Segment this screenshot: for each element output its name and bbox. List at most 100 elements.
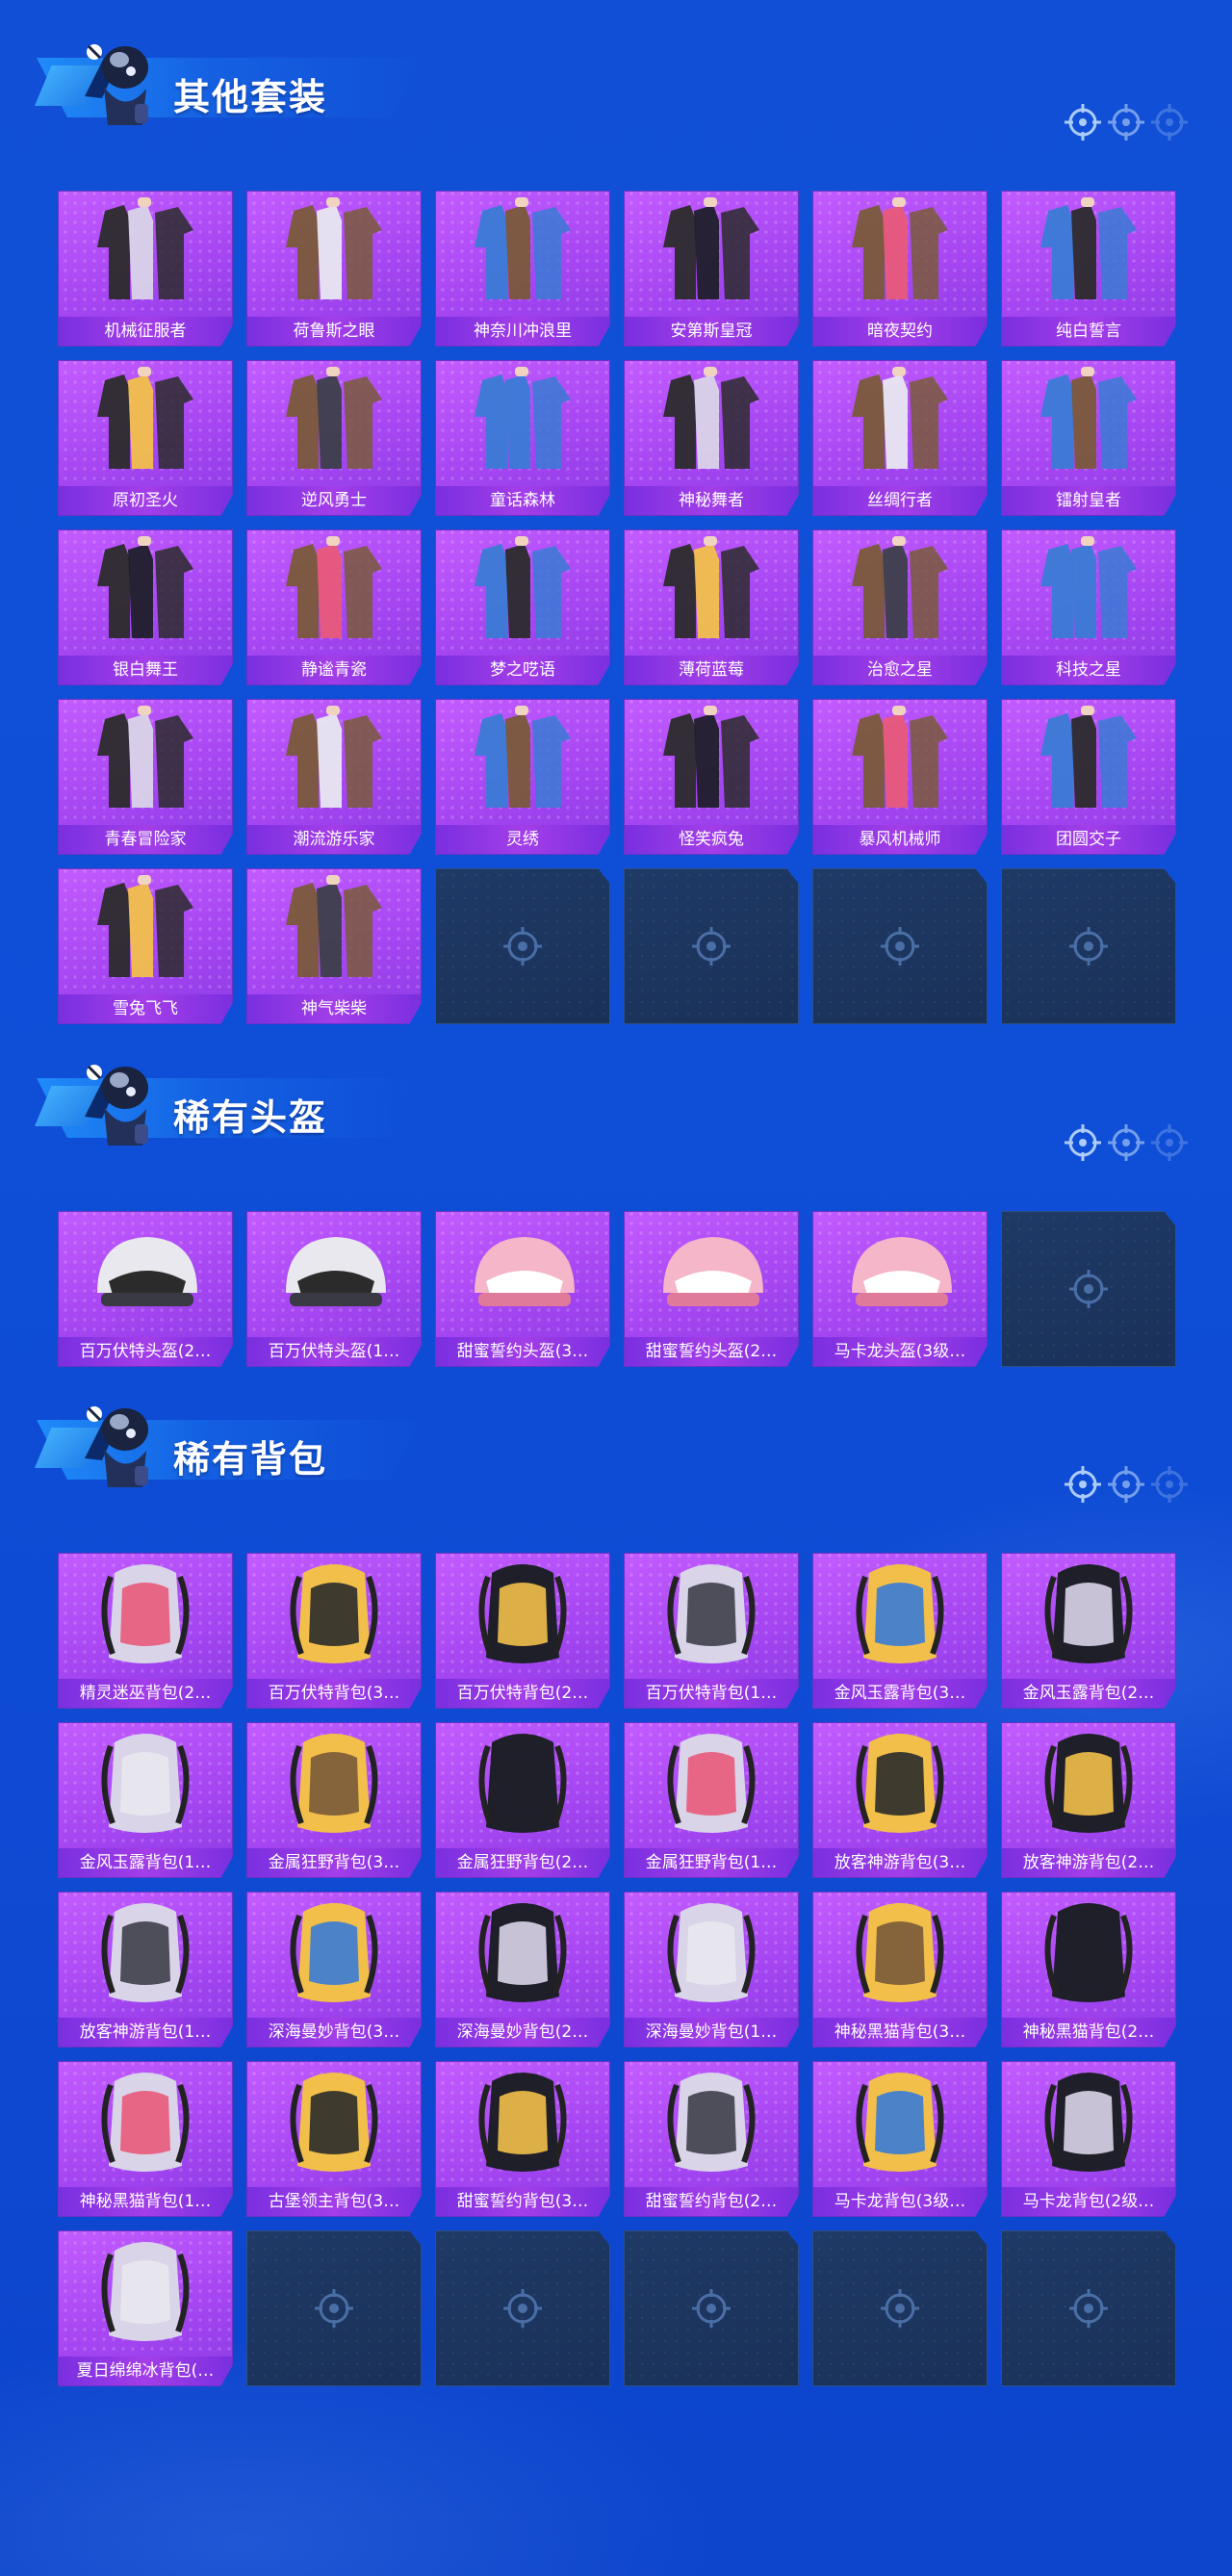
item-image: [59, 192, 232, 315]
item-card[interactable]: 马卡龙背包(2级…: [1001, 2061, 1176, 2217]
item-card[interactable]: 夏日绵绵冰背包(…: [58, 2230, 233, 2386]
item-card[interactable]: 怪笑疯兔: [624, 699, 799, 855]
item-card[interactable]: 暗夜契约: [812, 191, 988, 347]
item-card[interactable]: 银白舞王: [58, 529, 233, 685]
item-card[interactable]: 甜蜜誓约背包(2…: [624, 2061, 799, 2217]
item-card[interactable]: 神秘黑猫背包(1…: [58, 2061, 233, 2217]
item-card[interactable]: 神秘黑猫背包(2…: [1001, 1892, 1176, 2048]
item-label: 薄荷蓝莓: [625, 656, 798, 684]
item-label: 逆风勇士: [247, 486, 421, 515]
item-card[interactable]: 灵绣: [435, 699, 610, 855]
item-image: [625, 1212, 798, 1335]
item-card[interactable]: 青春冒险家: [58, 699, 233, 855]
item-card[interactable]: 金风玉露背包(2…: [1001, 1553, 1176, 1709]
mascot-icon: [75, 1049, 162, 1153]
item-label: 金风玉露背包(1…: [59, 1848, 232, 1877]
item-image: [59, 1893, 232, 2016]
crosshair-icon: [501, 2287, 544, 2330]
item-card[interactable]: 纯白誓言: [1001, 191, 1176, 347]
item-card[interactable]: 金属狂野背包(3…: [246, 1722, 422, 1878]
item-card[interactable]: 童话森林: [435, 360, 610, 516]
item-card[interactable]: 梦之呓语: [435, 529, 610, 685]
item-image: [813, 2062, 987, 2185]
item-card[interactable]: 金风玉露背包(3…: [812, 1553, 988, 1709]
item-card[interactable]: 甜蜜誓约背包(3…: [435, 2061, 610, 2217]
item-card[interactable]: 古堡领主背包(3…: [246, 2061, 422, 2217]
item-label: 神奈川冲浪里: [436, 317, 609, 346]
item-card[interactable]: 甜蜜誓约头盔(3…: [435, 1211, 610, 1367]
item-card[interactable]: 神奈川冲浪里: [435, 191, 610, 347]
crosshair-icon: [1067, 1268, 1110, 1310]
mascot-icon: [75, 29, 162, 133]
item-card[interactable]: 放客神游背包(3…: [812, 1722, 988, 1878]
item-card[interactable]: 放客神游背包(2…: [1001, 1722, 1176, 1878]
item-label: 放客神游背包(2…: [1002, 1848, 1175, 1877]
item-card[interactable]: 镭射皇者: [1001, 360, 1176, 516]
item-card[interactable]: 薄荷蓝莓: [624, 529, 799, 685]
item-card[interactable]: 百万伏特头盔(2…: [58, 1211, 233, 1367]
item-card[interactable]: 精灵迷巫背包(2…: [58, 1553, 233, 1709]
item-image: [813, 1212, 987, 1335]
item-image: [625, 1893, 798, 2016]
section-title: 稀有头盔: [173, 1096, 328, 1139]
item-image: [59, 530, 232, 654]
item-card[interactable]: 荷鲁斯之眼: [246, 191, 422, 347]
item-label: 潮流游乐家: [247, 825, 421, 854]
item-card[interactable]: 丝绸行者: [812, 360, 988, 516]
item-card[interactable]: 百万伏特背包(2…: [435, 1553, 610, 1709]
item-image: [436, 361, 609, 484]
item-image: [247, 2062, 421, 2185]
crosshair-icon: [879, 2287, 921, 2330]
section-title: 其他套装: [173, 76, 328, 118]
item-image: [247, 361, 421, 484]
item-image: [625, 1554, 798, 1677]
item-image: [436, 1893, 609, 2016]
item-card[interactable]: 百万伏特背包(3…: [246, 1553, 422, 1709]
item-card[interactable]: 团圆交子: [1001, 699, 1176, 855]
item-label: 放客神游背包(3…: [813, 1848, 987, 1877]
item-card[interactable]: 安第斯皇冠: [624, 191, 799, 347]
item-card[interactable]: 科技之星: [1001, 529, 1176, 685]
item-card[interactable]: 百万伏特头盔(1…: [246, 1211, 422, 1367]
item-image: [1002, 2062, 1175, 2185]
item-card[interactable]: 金属狂野背包(2…: [435, 1722, 610, 1878]
item-card[interactable]: 机械征服者: [58, 191, 233, 347]
item-card[interactable]: 潮流游乐家: [246, 699, 422, 855]
item-card[interactable]: 暴风机械师: [812, 699, 988, 855]
item-image: [436, 1554, 609, 1677]
item-label: 灵绣: [436, 825, 609, 854]
item-card[interactable]: 雪兔飞飞: [58, 868, 233, 1024]
item-image: [436, 192, 609, 315]
item-card[interactable]: 神秘黑猫背包(3…: [812, 1892, 988, 2048]
item-image: [813, 530, 987, 654]
item-image: [1002, 1554, 1175, 1677]
item-card[interactable]: 神秘舞者: [624, 360, 799, 516]
item-card[interactable]: 深海曼妙背包(3…: [246, 1892, 422, 2048]
item-card[interactable]: 金风玉露背包(1…: [58, 1722, 233, 1878]
item-card[interactable]: 逆风勇士: [246, 360, 422, 516]
item-label: 安第斯皇冠: [625, 317, 798, 346]
item-label: 金属狂野背包(1…: [625, 1848, 798, 1877]
item-card[interactable]: 原初圣火: [58, 360, 233, 516]
item-card[interactable]: 深海曼妙背包(1…: [624, 1892, 799, 2048]
item-card[interactable]: 神气柴柴: [246, 868, 422, 1024]
item-label: 雪兔飞飞: [59, 994, 232, 1023]
item-label: 甜蜜誓约头盔(2…: [625, 1337, 798, 1366]
item-label: 金风玉露背包(2…: [1002, 1679, 1175, 1708]
item-card[interactable]: 百万伏特背包(1…: [624, 1553, 799, 1709]
item-card[interactable]: 放客神游背包(1…: [58, 1892, 233, 2048]
item-label: 金风玉露背包(3…: [813, 1679, 987, 1708]
item-card[interactable]: 静谧青瓷: [246, 529, 422, 685]
item-card[interactable]: 金属狂野背包(1…: [624, 1722, 799, 1878]
item-label: 甜蜜誓约背包(3…: [436, 2187, 609, 2216]
empty-slot: [812, 868, 988, 1024]
item-card[interactable]: 深海曼妙背包(2…: [435, 1892, 610, 2048]
item-card[interactable]: 甜蜜誓约头盔(2…: [624, 1211, 799, 1367]
item-card[interactable]: 马卡龙背包(3级…: [812, 2061, 988, 2217]
item-label: 暗夜契约: [813, 317, 987, 346]
item-label: 深海曼妙背包(3…: [247, 2018, 421, 2047]
item-image: [247, 192, 421, 315]
item-card[interactable]: 治愈之星: [812, 529, 988, 685]
item-card[interactable]: 马卡龙头盔(3级…: [812, 1211, 988, 1367]
item-image: [436, 2062, 609, 2185]
